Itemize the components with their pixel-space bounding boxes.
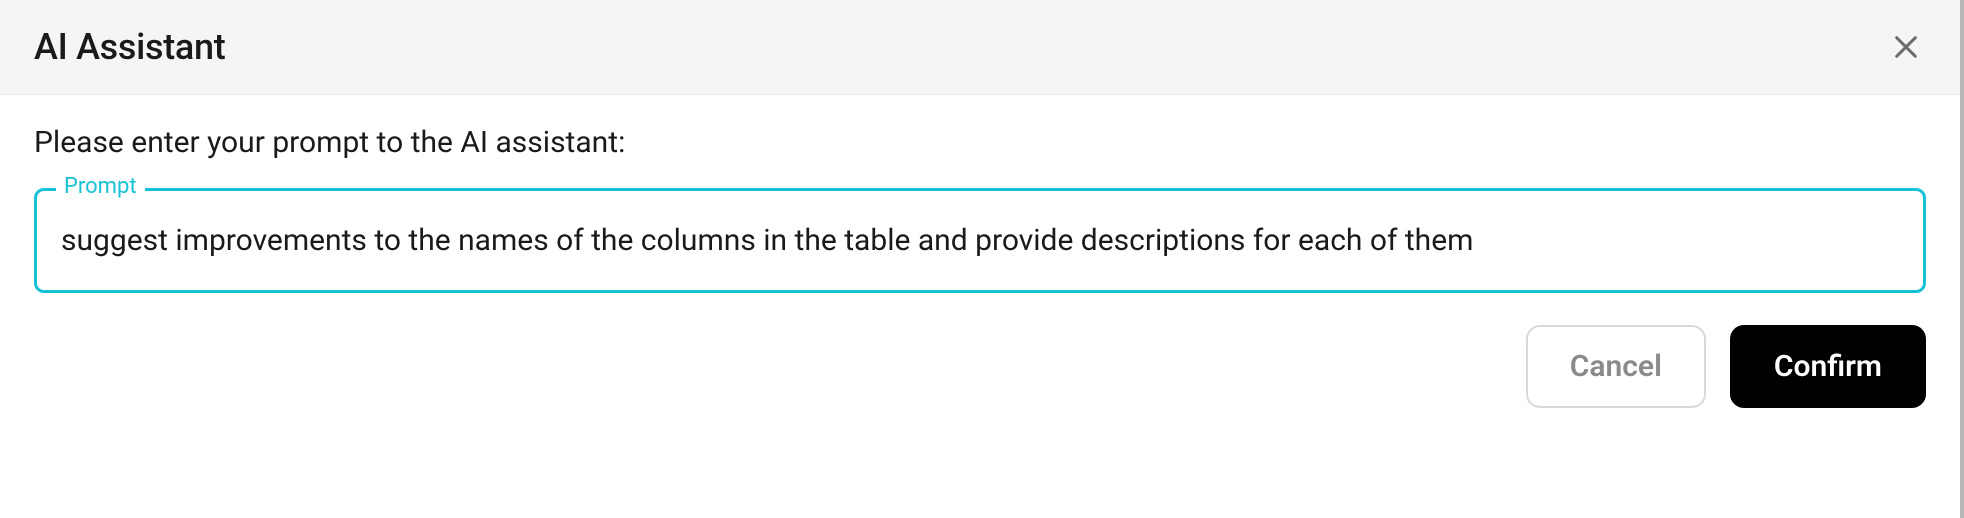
cancel-button[interactable]: Cancel: [1526, 325, 1706, 408]
close-button[interactable]: [1886, 27, 1926, 67]
dialog-content: Please enter your prompt to the AI assis…: [0, 95, 1960, 293]
dialog-title: AI Assistant: [34, 26, 225, 68]
close-icon: [1890, 31, 1922, 63]
dialog-actions: Cancel Confirm: [0, 293, 1960, 440]
prompt-field-label: Prompt: [56, 174, 145, 199]
dialog-header: AI Assistant: [0, 0, 1960, 95]
prompt-field-wrapper: Prompt: [34, 188, 1926, 293]
instruction-text: Please enter your prompt to the AI assis…: [34, 125, 1926, 160]
confirm-button[interactable]: Confirm: [1730, 325, 1926, 408]
prompt-input[interactable]: [34, 188, 1926, 293]
ai-assistant-dialog: AI Assistant Please enter your prompt to…: [0, 0, 1964, 518]
